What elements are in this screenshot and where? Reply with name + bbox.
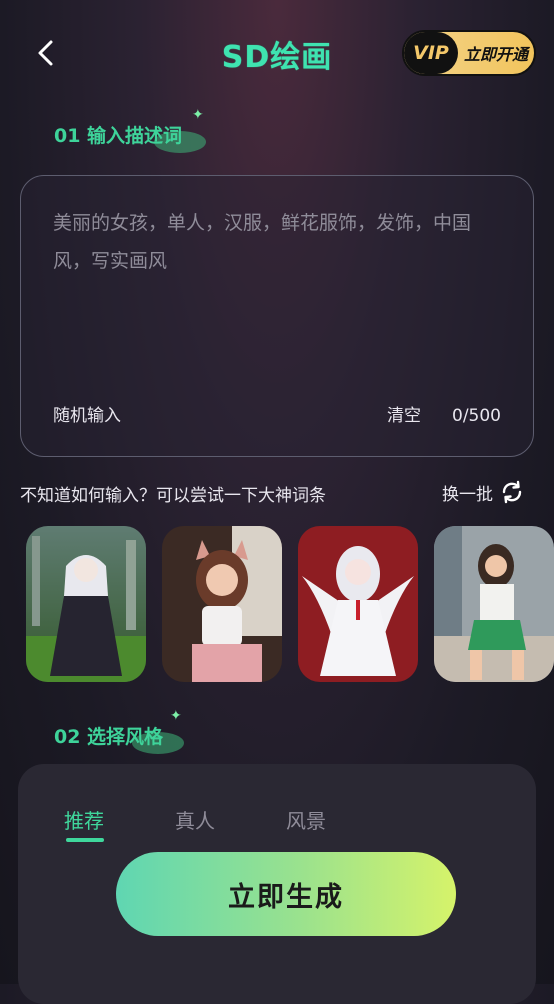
refresh-icon [502, 480, 522, 504]
vip-tag: VIP [404, 32, 458, 74]
generate-button[interactable]: 立即生成 [116, 852, 456, 936]
tab-recommended[interactable]: 推荐 [64, 805, 104, 834]
thumb-cat-ears-girl[interactable] [162, 526, 282, 682]
hint-text: 不知道如何输入？可以尝试一下大神词条 [20, 486, 326, 506]
sparkle-icon: ✦ [170, 708, 182, 724]
tab-realistic[interactable]: 真人 [175, 805, 215, 834]
char-counter: 0/500 [452, 406, 501, 426]
prompt-text[interactable]: 美丽的女孩，单人，汉服，鲜花服饰，发饰，中国风，写实画风 [53, 204, 503, 280]
tab-landscape[interactable]: 风景 [286, 805, 326, 834]
refresh-label: 换一批 [442, 484, 493, 505]
thumb-angel-girl[interactable] [298, 526, 418, 682]
thumb-sailor-girl[interactable] [434, 526, 554, 682]
prompt-input[interactable]: 美丽的女孩，单人，汉服，鲜花服饰，发饰，中国风，写实画风 随机输入 清空 0/5… [20, 175, 534, 457]
tab-active-indicator [66, 838, 104, 842]
section-title-style: ✦ 02 选择风格 [54, 708, 184, 754]
clear-button[interactable]: 清空 [387, 401, 421, 426]
section-title-input: ✦ 01 输入描述词 [54, 107, 206, 153]
sparkle-icon: ✦ [192, 107, 204, 123]
refresh-button[interactable]: 换一批 [442, 479, 525, 505]
example-thumbnails [26, 526, 554, 684]
section-title-text: 01 输入描述词 [54, 125, 183, 147]
section-title-text: 02 选择风格 [54, 726, 164, 748]
vip-open-button[interactable]: VIP 立即开通 [402, 30, 536, 76]
random-input-button[interactable]: 随机输入 [53, 401, 121, 426]
thumb-anime-forest-girl[interactable] [26, 526, 146, 682]
vip-label: 立即开通 [463, 45, 528, 64]
